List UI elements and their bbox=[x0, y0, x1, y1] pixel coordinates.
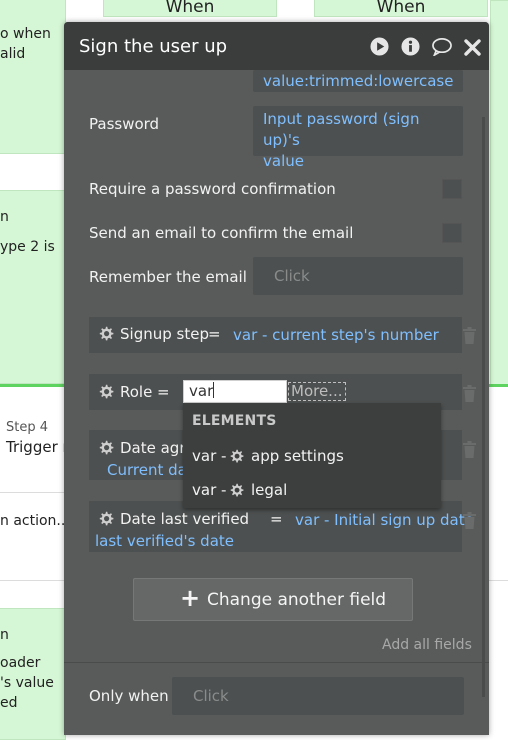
equals-sign: = bbox=[208, 325, 221, 343]
close-icon[interactable] bbox=[464, 39, 481, 56]
gear-icon bbox=[230, 449, 244, 463]
field-value[interactable]: last verified's date bbox=[95, 532, 234, 550]
panel-divider bbox=[64, 662, 489, 663]
canvas-divider bbox=[0, 384, 64, 387]
action-editor-panel: Sign the user up value:trimmed:lowercase… bbox=[64, 22, 489, 735]
trash-icon[interactable] bbox=[462, 512, 477, 529]
card-text-line: ed bbox=[0, 695, 18, 711]
when-header-2[interactable]: When bbox=[314, 0, 488, 17]
workflow-column-bg bbox=[490, 0, 508, 386]
remember-email-label: Remember the email bbox=[89, 268, 247, 286]
step-divider bbox=[0, 580, 64, 581]
field-row-date-last-verified[interactable]: Date last verified = var - Initial sign … bbox=[89, 501, 476, 552]
info-icon[interactable] bbox=[401, 37, 420, 56]
canvas-divider bbox=[489, 384, 508, 387]
step-divider bbox=[489, 580, 508, 581]
password-value-field[interactable]: Input password (sign up)'s value bbox=[253, 106, 463, 170]
option-prefix: var - bbox=[192, 481, 227, 499]
field-value[interactable]: var - Initial sign up date bbox=[295, 511, 474, 529]
option-prefix: var - bbox=[192, 447, 227, 465]
step-label: Step 4 bbox=[6, 420, 49, 435]
gear-icon[interactable] bbox=[98, 326, 114, 342]
gear-icon bbox=[230, 483, 244, 497]
panel-scrollbar[interactable] bbox=[482, 117, 485, 697]
change-another-field-button[interactable]: + Change another field bbox=[133, 578, 413, 621]
card-text-line: oader bbox=[0, 655, 41, 671]
text-cursor bbox=[213, 382, 215, 398]
add-all-fields-link[interactable]: Add all fields bbox=[382, 637, 472, 653]
more-options-link[interactable]: More... bbox=[288, 382, 346, 401]
equals-sign: = bbox=[270, 510, 283, 528]
equals-sign: = bbox=[157, 383, 170, 401]
when-label: When bbox=[165, 0, 215, 17]
button-label: Change another field bbox=[207, 590, 387, 610]
workflow-card-mid-left[interactable] bbox=[0, 190, 66, 384]
only-when-condition-field[interactable]: Click bbox=[172, 677, 464, 715]
field-key: Date last verified bbox=[120, 510, 250, 528]
only-when-label: Only when bbox=[89, 687, 169, 705]
card-text-line: alid bbox=[0, 46, 26, 62]
field-row-signup-step[interactable]: Signup step = var - current step's numbe… bbox=[89, 317, 476, 353]
only-when-placeholder: Click bbox=[193, 687, 229, 705]
card-text-line: 's value bbox=[0, 675, 54, 691]
card-text-line: n bbox=[0, 627, 9, 643]
panel-header[interactable]: Sign the user up bbox=[64, 22, 489, 70]
gear-icon[interactable] bbox=[98, 440, 114, 456]
add-action-link[interactable]: n action... bbox=[0, 511, 70, 531]
option-label: legal bbox=[251, 481, 288, 499]
role-expression-input[interactable]: var bbox=[183, 380, 287, 403]
require-confirmation-checkbox[interactable] bbox=[442, 179, 462, 199]
trash-icon[interactable] bbox=[462, 441, 477, 458]
panel-title: Sign the user up bbox=[79, 36, 228, 57]
remember-email-field[interactable]: Click bbox=[253, 257, 463, 295]
dropdown-option-app-settings[interactable]: var - app settings bbox=[183, 441, 441, 471]
option-label: app settings bbox=[251, 447, 344, 465]
when-header-1[interactable]: When bbox=[103, 0, 277, 17]
field-value[interactable]: var - current step's number bbox=[233, 326, 439, 344]
send-email-checkbox[interactable] bbox=[442, 223, 462, 243]
require-confirmation-label: Require a password confirmation bbox=[89, 180, 336, 198]
comment-icon[interactable] bbox=[431, 37, 453, 56]
trash-icon[interactable] bbox=[462, 327, 477, 344]
email-value-field[interactable]: value:trimmed:lowercase bbox=[253, 70, 463, 92]
plus-icon: + bbox=[180, 584, 201, 612]
gear-icon[interactable] bbox=[98, 511, 114, 527]
field-value[interactable]: Current dat bbox=[107, 461, 193, 479]
password-label: Password bbox=[89, 115, 160, 133]
step-title[interactable]: Trigger r bbox=[6, 437, 69, 457]
remember-email-placeholder: Click bbox=[274, 267, 310, 285]
card-text-line: o when bbox=[0, 26, 51, 42]
trash-icon[interactable] bbox=[462, 385, 477, 402]
dropdown-option-legal[interactable]: var - legal bbox=[183, 475, 441, 505]
password-value-line: Input password (sign up)'s bbox=[263, 110, 420, 149]
field-key: Role bbox=[120, 383, 153, 401]
role-expression-text: var bbox=[189, 382, 214, 400]
gear-icon[interactable] bbox=[98, 384, 114, 400]
play-icon[interactable] bbox=[370, 37, 389, 56]
card-text-line: n bbox=[0, 209, 9, 225]
send-email-label: Send an email to confirm the email bbox=[89, 224, 354, 242]
step-divider bbox=[0, 492, 64, 493]
when-label: When bbox=[376, 0, 426, 17]
card-text-line: ype 2 is bbox=[0, 239, 55, 255]
autocomplete-dropdown: ELEMENTS var - app settings var - legal bbox=[183, 403, 441, 508]
password-value-line: value bbox=[263, 152, 304, 170]
email-value-text: value:trimmed:lowercase bbox=[263, 72, 454, 90]
dropdown-section-header: ELEMENTS bbox=[192, 413, 277, 429]
field-key: Signup step bbox=[120, 325, 209, 343]
